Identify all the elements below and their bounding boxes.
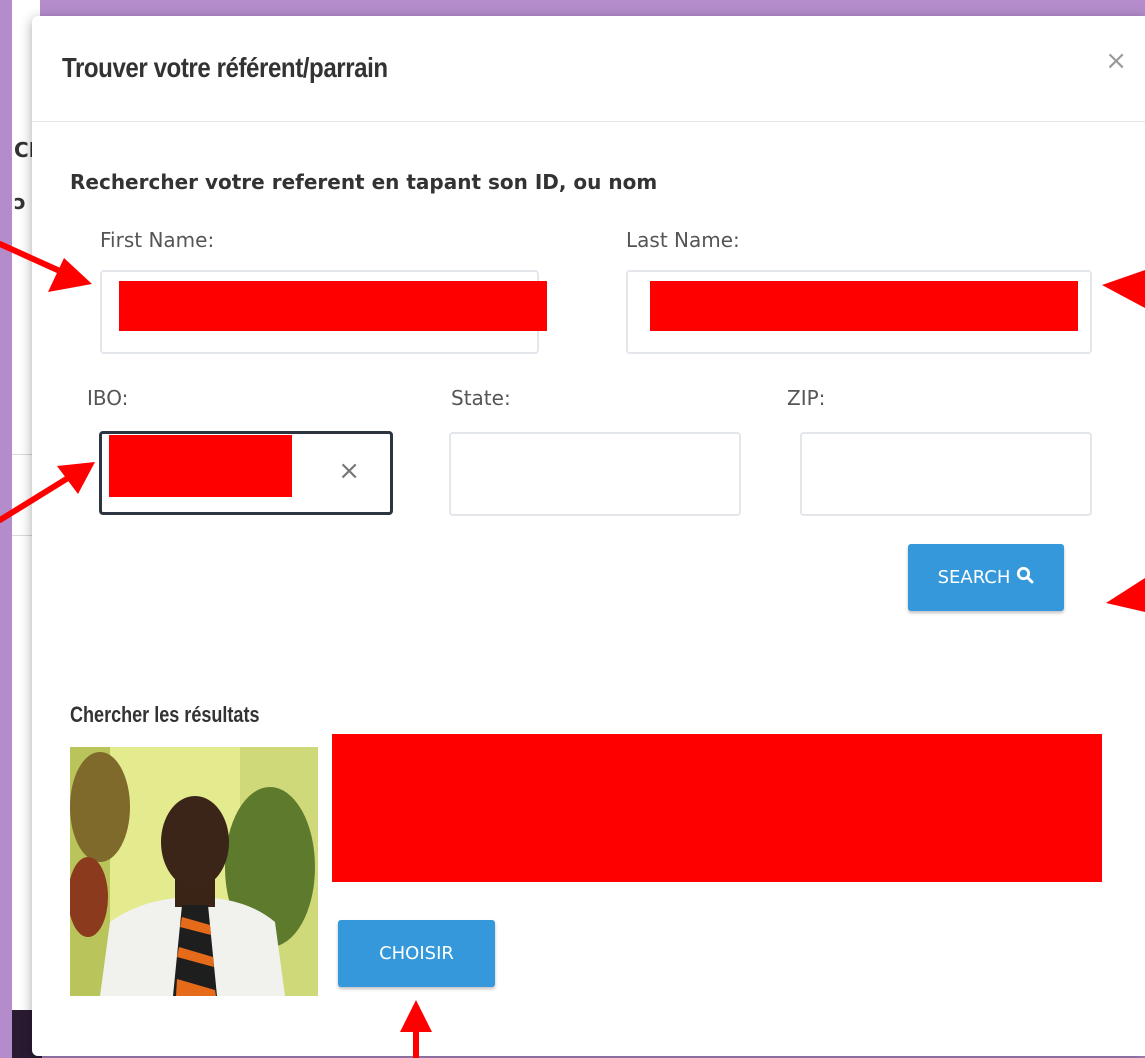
redacted-value (109, 435, 292, 497)
choose-button[interactable]: CHOISIR (338, 920, 495, 987)
zip-input[interactable] (800, 432, 1092, 516)
modal-title: Trouver votre référent/parrain (62, 52, 388, 83)
ibo-label: IBO: (87, 386, 129, 410)
referent-search-modal: Trouver votre référent/parrain × Recherc… (32, 16, 1145, 1056)
modal-header: Trouver votre référent/parrain × (32, 16, 1145, 122)
state-input[interactable] (449, 432, 741, 516)
first-name-input[interactable] (100, 270, 547, 354)
choose-button-label: CHOISIR (379, 943, 454, 964)
redacted-value (650, 281, 1078, 331)
clear-icon[interactable]: × (338, 456, 360, 486)
search-icon (1016, 566, 1034, 589)
background-text-fragment-2: ɔ (14, 190, 26, 214)
search-button-label: SEARCH (937, 567, 1011, 588)
last-name-input[interactable] (626, 270, 1092, 354)
redacted-result-details (332, 734, 1102, 882)
search-instruction: Rechercher votre referent en tapant son … (70, 170, 658, 194)
avatar (70, 747, 318, 996)
results-heading: Chercher les résultats (70, 702, 260, 727)
ibo-input[interactable]: × (99, 431, 393, 515)
last-name-label: Last Name: (626, 228, 740, 252)
close-icon[interactable]: × (1105, 46, 1127, 76)
redacted-value (119, 281, 547, 331)
state-label: State: (451, 386, 511, 410)
background-purple-edge (0, 0, 12, 1058)
search-button[interactable]: SEARCH (908, 544, 1064, 611)
first-name-label: First Name: (100, 228, 215, 252)
zip-label: ZIP: (787, 386, 826, 410)
